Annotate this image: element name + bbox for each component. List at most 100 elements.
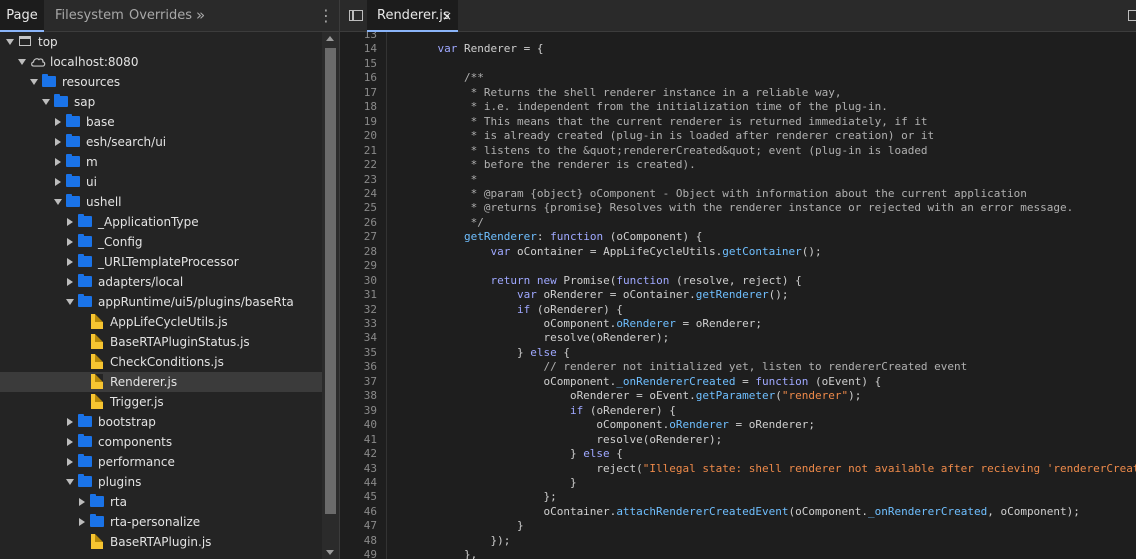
collapsed-arrow-icon[interactable]	[79, 518, 85, 526]
code-line[interactable]: 34 resolve(oRenderer);	[340, 331, 1136, 345]
tree-item[interactable]: Renderer.js	[0, 372, 322, 392]
expand-down-arrow-icon[interactable]	[30, 79, 38, 85]
tab-overrides[interactable]: Overrides	[129, 0, 192, 31]
code-line[interactable]: 31 var oRenderer = oContainer.getRendere…	[340, 288, 1136, 302]
code-line[interactable]: 42 } else {	[340, 447, 1136, 461]
tree-scrollbar[interactable]	[322, 32, 339, 559]
code-line[interactable]: 20 * is already created (plug-in is load…	[340, 129, 1136, 143]
code-line[interactable]: 32 if (oRenderer) {	[340, 303, 1136, 317]
code-line[interactable]: 49 },	[340, 548, 1136, 559]
kebab-menu-icon[interactable]: ⋮	[318, 0, 334, 32]
tree-item[interactable]: resources	[0, 72, 322, 92]
code-line[interactable]: 27 getRenderer: function (oComponent) {	[340, 230, 1136, 244]
expand-down-arrow-icon[interactable]	[18, 59, 26, 65]
scrollbar-thumb[interactable]	[325, 48, 336, 514]
collapsed-arrow-icon[interactable]	[67, 258, 73, 266]
collapsed-arrow-icon[interactable]	[55, 158, 61, 166]
close-tab-icon[interactable]: ×	[442, 0, 452, 32]
code-line[interactable]: 37 oComponent._onRendererCreated = funct…	[340, 375, 1136, 389]
tree-item[interactable]: rta-personalize	[0, 512, 322, 532]
tree-item[interactable]: _Config	[0, 232, 322, 252]
collapsed-arrow-icon[interactable]	[67, 278, 73, 286]
tree-item[interactable]: m	[0, 152, 322, 172]
tree-item[interactable]: _ApplicationType	[0, 212, 322, 232]
code-line[interactable]: 21 * listens to the &quot;rendererCreate…	[340, 144, 1136, 158]
code-line[interactable]: 45 };	[340, 490, 1136, 504]
code-line[interactable]: 28 var oContainer = AppLifeCycleUtils.ge…	[340, 245, 1136, 259]
code-line[interactable]: 25 * @returns {promise} Resolves with th…	[340, 201, 1136, 215]
tree-item[interactable]: esh/search/ui	[0, 132, 322, 152]
collapsed-arrow-icon[interactable]	[55, 138, 61, 146]
expand-down-arrow-icon[interactable]	[6, 39, 14, 45]
collapsed-arrow-icon[interactable]	[55, 118, 61, 126]
folder-icon	[66, 154, 80, 167]
tree-item[interactable]: bootstrap	[0, 412, 322, 432]
code-text: // renderer not initialized yet, listen …	[411, 360, 968, 374]
code-line[interactable]: 38 oRenderer = oEvent.getParameter("rend…	[340, 389, 1136, 403]
expand-down-arrow-icon[interactable]	[66, 299, 74, 305]
code-line[interactable]: 39 if (oRenderer) {	[340, 404, 1136, 418]
tree-item[interactable]: components	[0, 432, 322, 452]
toggle-navigator-icon[interactable]	[349, 10, 363, 21]
editor-tab-renderer[interactable]: Renderer.js ×	[367, 0, 458, 32]
tree-item[interactable]: top	[0, 32, 322, 52]
collapsed-arrow-icon[interactable]	[67, 438, 73, 446]
tree-item[interactable]: sap	[0, 92, 322, 112]
code-line[interactable]: 29	[340, 259, 1136, 273]
code-line[interactable]: 46 oContainer.attachRendererCreatedEvent…	[340, 505, 1136, 519]
tree-item[interactable]: AppLifeCycleUtils.js	[0, 312, 322, 332]
tree-item[interactable]: CheckConditions.js	[0, 352, 322, 372]
tree-item[interactable]: appRuntime/ui5/plugins/baseRta	[0, 292, 322, 312]
collapsed-arrow-icon[interactable]	[67, 218, 73, 226]
code-line[interactable]: 48 });	[340, 534, 1136, 548]
code-line[interactable]: 35 } else {	[340, 346, 1136, 360]
tree-item[interactable]: base	[0, 112, 322, 132]
code-line[interactable]: 14 var Renderer = {	[340, 42, 1136, 56]
code-line[interactable]: 36 // renderer not initialized yet, list…	[340, 360, 1136, 374]
cloud-icon	[31, 58, 46, 67]
collapsed-arrow-icon[interactable]	[55, 178, 61, 186]
collapsed-arrow-icon[interactable]	[67, 418, 73, 426]
tree-item[interactable]: rta	[0, 492, 322, 512]
more-tabs-chevron-icon[interactable]: »	[196, 0, 205, 30]
code-line[interactable]: 13	[340, 32, 1136, 42]
tree-item[interactable]: BaseRTAPluginStatus.js	[0, 332, 322, 352]
tab-page[interactable]: Page	[0, 0, 44, 32]
code-line[interactable]: 22 * before the renderer is created).	[340, 158, 1136, 172]
code-line[interactable]: 43 reject("Illegal state: shell renderer…	[340, 462, 1136, 476]
code-line[interactable]: 16 /**	[340, 71, 1136, 85]
collapsed-arrow-icon[interactable]	[67, 238, 73, 246]
code-line[interactable]: 17 * Returns the shell renderer instance…	[340, 86, 1136, 100]
collapsed-arrow-icon[interactable]	[67, 458, 73, 466]
tree-item[interactable]: ushell	[0, 192, 322, 212]
code-editor[interactable]: 13 14 var Renderer = {15 16 /** 17 * Return…	[340, 32, 1136, 559]
tree-item[interactable]: plugins	[0, 472, 322, 492]
code-line[interactable]: 33 oComponent.oRenderer = oRenderer;	[340, 317, 1136, 331]
tab-filesystem[interactable]: Filesystem	[55, 0, 124, 31]
tree-item[interactable]: Trigger.js	[0, 392, 322, 412]
tree-item[interactable]: performance	[0, 452, 322, 472]
code-line[interactable]: 23 *	[340, 173, 1136, 187]
code-line[interactable]: 47 }	[340, 519, 1136, 533]
collapsed-arrow-icon[interactable]	[79, 498, 85, 506]
code-line[interactable]: 15	[340, 57, 1136, 71]
code-line[interactable]: 19 * This means that the current rendere…	[340, 115, 1136, 129]
code-line[interactable]: 40 oComponent.oRenderer = oRenderer;	[340, 418, 1136, 432]
tree-item[interactable]: ui	[0, 172, 322, 192]
code-line[interactable]: 30 return new Promise(function (resolve,…	[340, 274, 1136, 288]
expand-down-arrow-icon[interactable]	[66, 479, 74, 485]
tree-item[interactable]: _URLTemplateProcessor	[0, 252, 322, 272]
tree-item[interactable]: BaseRTAPlugin.js	[0, 532, 322, 552]
scroll-up-arrow-icon[interactable]	[326, 36, 334, 41]
code-line[interactable]: 41 resolve(oRenderer);	[340, 433, 1136, 447]
code-line[interactable]: 18 * i.e. independent from the initializ…	[340, 100, 1136, 114]
toggle-debugger-icon[interactable]	[1128, 10, 1136, 21]
code-line[interactable]: 26 */	[340, 216, 1136, 230]
expand-down-arrow-icon[interactable]	[42, 99, 50, 105]
tree-item[interactable]: localhost:8080	[0, 52, 322, 72]
tree-item[interactable]: adapters/local	[0, 272, 322, 292]
code-line[interactable]: 44 }	[340, 476, 1136, 490]
code-line[interactable]: 24 * @param {object} oComponent - Object…	[340, 187, 1136, 201]
scroll-down-arrow-icon[interactable]	[326, 550, 334, 555]
expand-down-arrow-icon[interactable]	[54, 199, 62, 205]
